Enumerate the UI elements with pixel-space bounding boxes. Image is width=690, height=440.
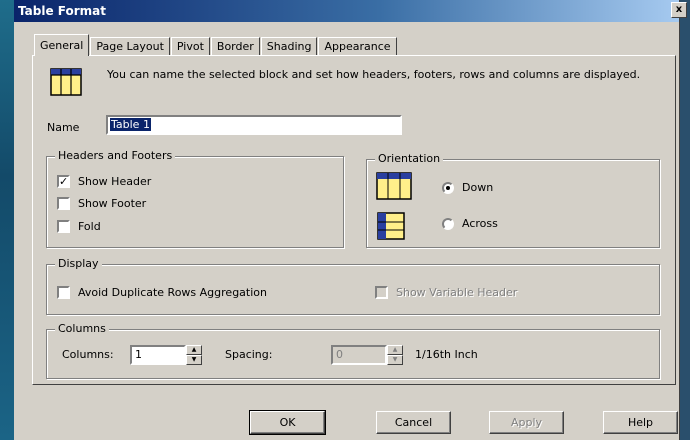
name-input-value: Table 1 (110, 118, 151, 131)
ok-button[interactable]: OK (249, 410, 326, 435)
show-variable-header-label: Show Variable Header (396, 286, 518, 299)
avoid-duplicate-label: Avoid Duplicate Rows Aggregation (78, 286, 267, 299)
across-radio-dot (442, 217, 454, 230)
columns-label: Columns: (62, 348, 114, 361)
show-header-checkbox[interactable]: ✓ Show Header (57, 175, 151, 188)
tab-shading[interactable]: Shading (260, 37, 318, 56)
show-header-label: Show Header (78, 175, 152, 188)
info-text: You can name the selected block and set … (107, 68, 641, 81)
tab-appearance[interactable]: Appearance (318, 37, 397, 56)
fold-checkbox[interactable]: Fold (57, 220, 101, 233)
spacing-down-arrow-icon: ▼ (387, 355, 403, 365)
fold-label: Fold (78, 220, 101, 233)
spacing-stepper: 0 ▲ ▼ (331, 345, 403, 365)
help-button[interactable]: Help (603, 411, 678, 434)
orientation-down-icon (376, 172, 412, 200)
cancel-button[interactable]: Cancel (376, 411, 451, 434)
window-title: Table Format (18, 4, 106, 18)
fold-check-box (57, 220, 70, 233)
apply-button: Apply (489, 411, 564, 434)
spacing-unit-label: 1/16th Inch (415, 348, 478, 361)
headers-footers-legend: Headers and Footers (55, 149, 176, 163)
columns-down-arrow-icon[interactable]: ▼ (186, 355, 202, 365)
across-label: Across (462, 217, 498, 230)
columns-legend: Columns (55, 322, 109, 336)
show-variable-header-checkbox: Show Variable Header (375, 286, 517, 299)
spacing-spin-arrows: ▲ ▼ (387, 345, 403, 365)
spacing-input: 0 (331, 345, 387, 365)
spacing-up-arrow-icon: ▲ (387, 345, 403, 355)
columns-spin-arrows[interactable]: ▲ ▼ (186, 345, 202, 365)
show-footer-check-box (57, 197, 70, 210)
table-icon (50, 68, 82, 96)
columns-input[interactable]: 1 (130, 345, 186, 365)
name-label: Name (47, 121, 80, 134)
title-bar: Table Format x (14, 0, 687, 22)
down-radio-dot (442, 181, 454, 194)
headers-footers-group: Headers and Footers ✓ Show Header Show F… (46, 149, 344, 248)
spacing-label: Spacing: (225, 348, 273, 361)
tab-general[interactable]: General (34, 34, 90, 56)
columns-up-arrow-icon[interactable]: ▲ (186, 345, 202, 355)
display-legend: Display (55, 257, 102, 271)
tab-page-layout[interactable]: Page Layout (90, 37, 170, 56)
name-input[interactable]: Table 1 (106, 115, 402, 135)
orientation-legend: Orientation (375, 152, 444, 166)
desktop-background (0, 0, 14, 440)
columns-stepper[interactable]: 1 ▲ ▼ (130, 345, 202, 365)
orientation-across-radio[interactable]: Across (442, 217, 498, 230)
tab-border[interactable]: Border (210, 37, 260, 56)
columns-group: Columns Columns: 1 ▲ ▼ Spacing: 0 ▲ ▼ 1/… (46, 322, 660, 379)
orientation-down-radio[interactable]: Down (442, 181, 493, 194)
show-header-check-box: ✓ (57, 175, 70, 188)
show-variable-header-check-box (375, 286, 388, 299)
tab-pivot[interactable]: Pivot (170, 37, 210, 56)
close-icon[interactable]: x (671, 2, 687, 18)
orientation-group: Orientation Down Across (366, 152, 660, 248)
tab-strip: General Page Layout Pivot Border Shading… (34, 34, 398, 56)
show-footer-checkbox[interactable]: Show Footer (57, 197, 146, 210)
display-group: Display Avoid Duplicate Rows Aggregation… (46, 257, 660, 315)
avoid-duplicate-checkbox[interactable]: Avoid Duplicate Rows Aggregation (57, 286, 267, 299)
show-footer-label: Show Footer (78, 197, 147, 210)
orientation-across-icon (377, 212, 405, 240)
avoid-duplicate-check-box (57, 286, 70, 299)
down-label: Down (462, 181, 494, 194)
